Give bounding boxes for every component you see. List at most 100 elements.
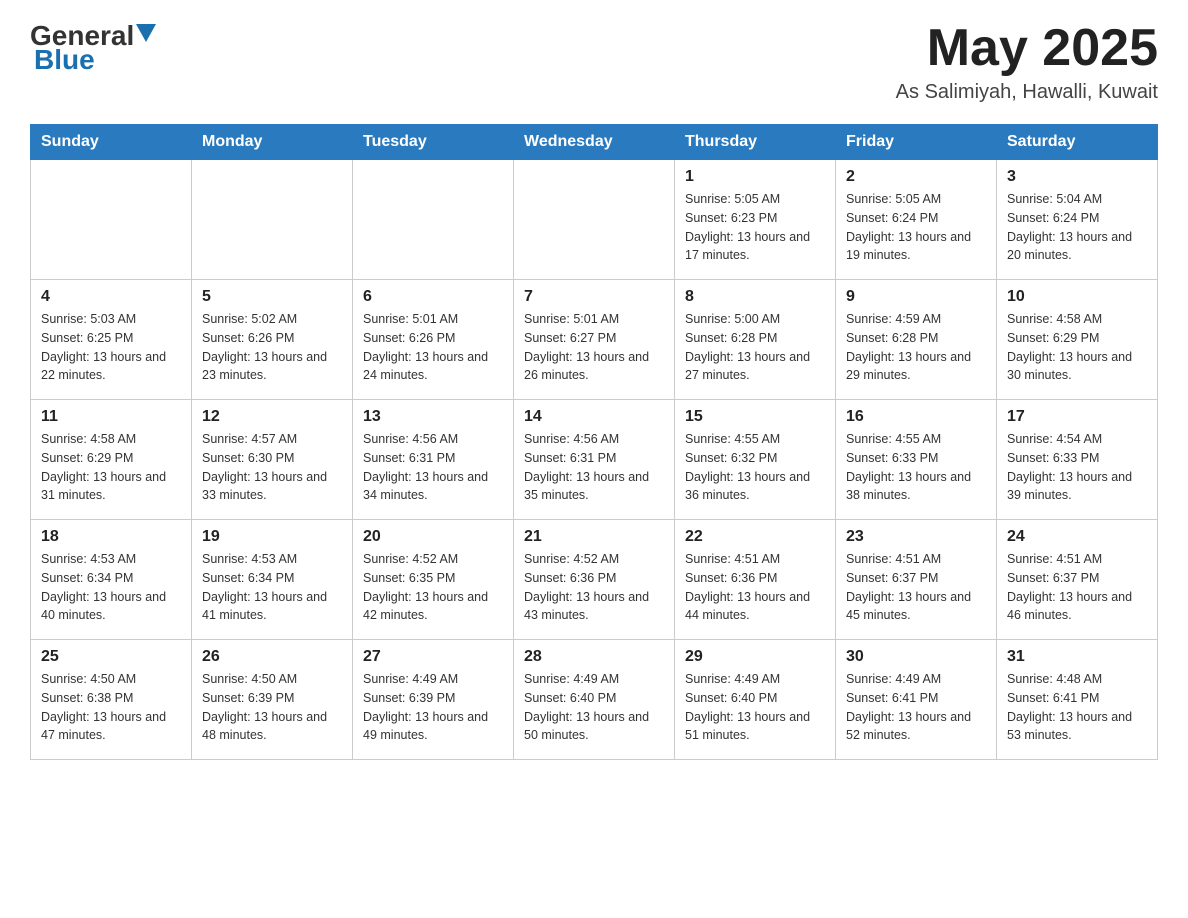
day-info: Sunrise: 4:49 AMSunset: 6:40 PMDaylight:…: [524, 670, 664, 745]
calendar-cell: 8Sunrise: 5:00 AMSunset: 6:28 PMDaylight…: [675, 280, 836, 400]
calendar-cell: 11Sunrise: 4:58 AMSunset: 6:29 PMDayligh…: [31, 400, 192, 520]
day-number: 10: [1007, 288, 1147, 306]
calendar-cell: 16 Sunrise: 4:55 AMSunset: 6:33 PMDayligh…: [836, 400, 997, 520]
header-sunday: Sunday: [31, 125, 192, 160]
day-info: Sunrise: 4:55 AMSunset: 6:33 PMDaylight:…: [846, 430, 986, 505]
day-info: Sunrise: 4:53 AMSunset: 6:34 PMDaylight:…: [202, 550, 342, 625]
day-number: 13: [363, 408, 503, 426]
day-info: Sunrise: 5:03 AMSunset: 6:25 PMDaylight:…: [41, 310, 181, 385]
day-info: Sunrise: 4:53 AMSunset: 6:34 PMDaylight:…: [41, 550, 181, 625]
day-number: 18: [41, 528, 181, 546]
calendar-cell: 18 Sunrise: 4:53 AMSunset: 6:34 PMDayligh…: [31, 520, 192, 640]
calendar-cell: 24 Sunrise: 4:51 AMSunset: 6:37 PMDayligh…: [997, 520, 1158, 640]
calendar-week-5: 25 Sunrise: 4:50 AMSunset: 6:38 PMDayligh…: [31, 640, 1158, 760]
day-number: 16: [846, 408, 986, 426]
header-saturday: Saturday: [997, 125, 1158, 160]
header-tuesday: Tuesday: [353, 125, 514, 160]
page-header: General Blue May 2025 As Salimiyah, Hawa…: [30, 20, 1158, 104]
day-info: Sunrise: 4:49 AMSunset: 6:41 PMDaylight:…: [846, 670, 986, 745]
day-info: Sunrise: 4:50 AMSunset: 6:38 PMDaylight:…: [41, 670, 181, 745]
calendar-cell: 17 Sunrise: 4:54 AMSunset: 6:33 PMDayligh…: [997, 400, 1158, 520]
header-wednesday: Wednesday: [514, 125, 675, 160]
day-info: Sunrise: 4:52 AMSunset: 6:35 PMDaylight:…: [363, 550, 503, 625]
day-number: 7: [524, 288, 664, 306]
day-number: 26: [202, 648, 342, 666]
calendar-cell: 22Sunrise: 4:51 AMSunset: 6:36 PMDayligh…: [675, 520, 836, 640]
calendar-cell: 23 Sunrise: 4:51 AMSunset: 6:37 PMDayligh…: [836, 520, 997, 640]
calendar-cell: 1 Sunrise: 5:05 AMSunset: 6:23 PMDaylight…: [675, 160, 836, 280]
day-number: 9: [846, 288, 986, 306]
day-info: Sunrise: 4:49 AMSunset: 6:40 PMDaylight:…: [685, 670, 825, 745]
header-friday: Friday: [836, 125, 997, 160]
calendar-cell: 28 Sunrise: 4:49 AMSunset: 6:40 PMDayligh…: [514, 640, 675, 760]
day-info: Sunrise: 5:05 AMSunset: 6:24 PMDaylight:…: [846, 190, 986, 265]
calendar-cell: 7 Sunrise: 5:01 AMSunset: 6:27 PMDaylight…: [514, 280, 675, 400]
calendar-cell: 12Sunrise: 4:57 AMSunset: 6:30 PMDayligh…: [192, 400, 353, 520]
calendar-cell: 25 Sunrise: 4:50 AMSunset: 6:38 PMDayligh…: [31, 640, 192, 760]
day-info: Sunrise: 4:54 AMSunset: 6:33 PMDaylight:…: [1007, 430, 1147, 505]
day-number: 20: [363, 528, 503, 546]
calendar-cell: 5Sunrise: 5:02 AMSunset: 6:26 PMDaylight…: [192, 280, 353, 400]
calendar-week-3: 11Sunrise: 4:58 AMSunset: 6:29 PMDayligh…: [31, 400, 1158, 520]
day-info: Sunrise: 4:55 AMSunset: 6:32 PMDaylight:…: [685, 430, 825, 505]
day-number: 8: [685, 288, 825, 306]
day-info: Sunrise: 4:59 AMSunset: 6:28 PMDaylight:…: [846, 310, 986, 385]
day-info: Sunrise: 4:52 AMSunset: 6:36 PMDaylight:…: [524, 550, 664, 625]
calendar-cell: 26 Sunrise: 4:50 AMSunset: 6:39 PMDayligh…: [192, 640, 353, 760]
day-number: 27: [363, 648, 503, 666]
calendar-cell: 30 Sunrise: 4:49 AMSunset: 6:41 PMDayligh…: [836, 640, 997, 760]
calendar-table: SundayMondayTuesdayWednesdayThursdayFrid…: [30, 124, 1158, 760]
day-number: 24: [1007, 528, 1147, 546]
day-number: 25: [41, 648, 181, 666]
day-info: Sunrise: 4:51 AMSunset: 6:37 PMDaylight:…: [1007, 550, 1147, 625]
day-number: 23: [846, 528, 986, 546]
location-subtitle: As Salimiyah, Hawalli, Kuwait: [896, 81, 1158, 104]
month-year-title: May 2025: [896, 20, 1158, 77]
header-thursday: Thursday: [675, 125, 836, 160]
calendar-cell: 14Sunrise: 4:56 AMSunset: 6:31 PMDayligh…: [514, 400, 675, 520]
day-number: 1: [685, 168, 825, 186]
day-number: 6: [363, 288, 503, 306]
calendar-cell: 31 Sunrise: 4:48 AMSunset: 6:41 PMDayligh…: [997, 640, 1158, 760]
calendar-header-row: SundayMondayTuesdayWednesdayThursdayFrid…: [31, 125, 1158, 160]
calendar-week-4: 18 Sunrise: 4:53 AMSunset: 6:34 PMDayligh…: [31, 520, 1158, 640]
day-number: 17: [1007, 408, 1147, 426]
day-number: 3: [1007, 168, 1147, 186]
day-info: Sunrise: 4:51 AMSunset: 6:37 PMDaylight:…: [846, 550, 986, 625]
calendar-cell: 15 Sunrise: 4:55 AMSunset: 6:32 PMDayligh…: [675, 400, 836, 520]
day-number: 19: [202, 528, 342, 546]
calendar-week-2: 4 Sunrise: 5:03 AMSunset: 6:25 PMDaylight…: [31, 280, 1158, 400]
calendar-cell: 2 Sunrise: 5:05 AMSunset: 6:24 PMDaylight…: [836, 160, 997, 280]
day-number: 31: [1007, 648, 1147, 666]
calendar-cell: 19 Sunrise: 4:53 AMSunset: 6:34 PMDayligh…: [192, 520, 353, 640]
calendar-cell: 3 Sunrise: 5:04 AMSunset: 6:24 PMDaylight…: [997, 160, 1158, 280]
day-number: 5: [202, 288, 342, 306]
day-info: Sunrise: 4:56 AMSunset: 6:31 PMDaylight:…: [363, 430, 503, 505]
calendar-cell: [31, 160, 192, 280]
day-info: Sunrise: 4:49 AMSunset: 6:39 PMDaylight:…: [363, 670, 503, 745]
day-info: Sunrise: 4:48 AMSunset: 6:41 PMDaylight:…: [1007, 670, 1147, 745]
day-info: Sunrise: 5:04 AMSunset: 6:24 PMDaylight:…: [1007, 190, 1147, 265]
day-number: 21: [524, 528, 664, 546]
day-info: Sunrise: 4:58 AMSunset: 6:29 PMDaylight:…: [1007, 310, 1147, 385]
day-number: 2: [846, 168, 986, 186]
day-info: Sunrise: 4:50 AMSunset: 6:39 PMDaylight:…: [202, 670, 342, 745]
day-info: Sunrise: 5:05 AMSunset: 6:23 PMDaylight:…: [685, 190, 825, 265]
calendar-cell: 29 Sunrise: 4:49 AMSunset: 6:40 PMDayligh…: [675, 640, 836, 760]
day-number: 15: [685, 408, 825, 426]
day-info: Sunrise: 4:51 AMSunset: 6:36 PMDaylight:…: [685, 550, 825, 625]
day-number: 29: [685, 648, 825, 666]
day-number: 4: [41, 288, 181, 306]
day-info: Sunrise: 4:58 AMSunset: 6:29 PMDaylight:…: [41, 430, 181, 505]
logo-blue-text: Blue: [34, 44, 95, 76]
calendar-cell: [353, 160, 514, 280]
title-block: May 2025 As Salimiyah, Hawalli, Kuwait: [896, 20, 1158, 104]
day-number: 28: [524, 648, 664, 666]
day-info: Sunrise: 5:01 AMSunset: 6:27 PMDaylight:…: [524, 310, 664, 385]
day-info: Sunrise: 4:57 AMSunset: 6:30 PMDaylight:…: [202, 430, 342, 505]
logo: General Blue: [30, 20, 156, 76]
day-info: Sunrise: 4:56 AMSunset: 6:31 PMDaylight:…: [524, 430, 664, 505]
calendar-cell: 27 Sunrise: 4:49 AMSunset: 6:39 PMDayligh…: [353, 640, 514, 760]
calendar-cell: 20 Sunrise: 4:52 AMSunset: 6:35 PMDayligh…: [353, 520, 514, 640]
day-number: 30: [846, 648, 986, 666]
